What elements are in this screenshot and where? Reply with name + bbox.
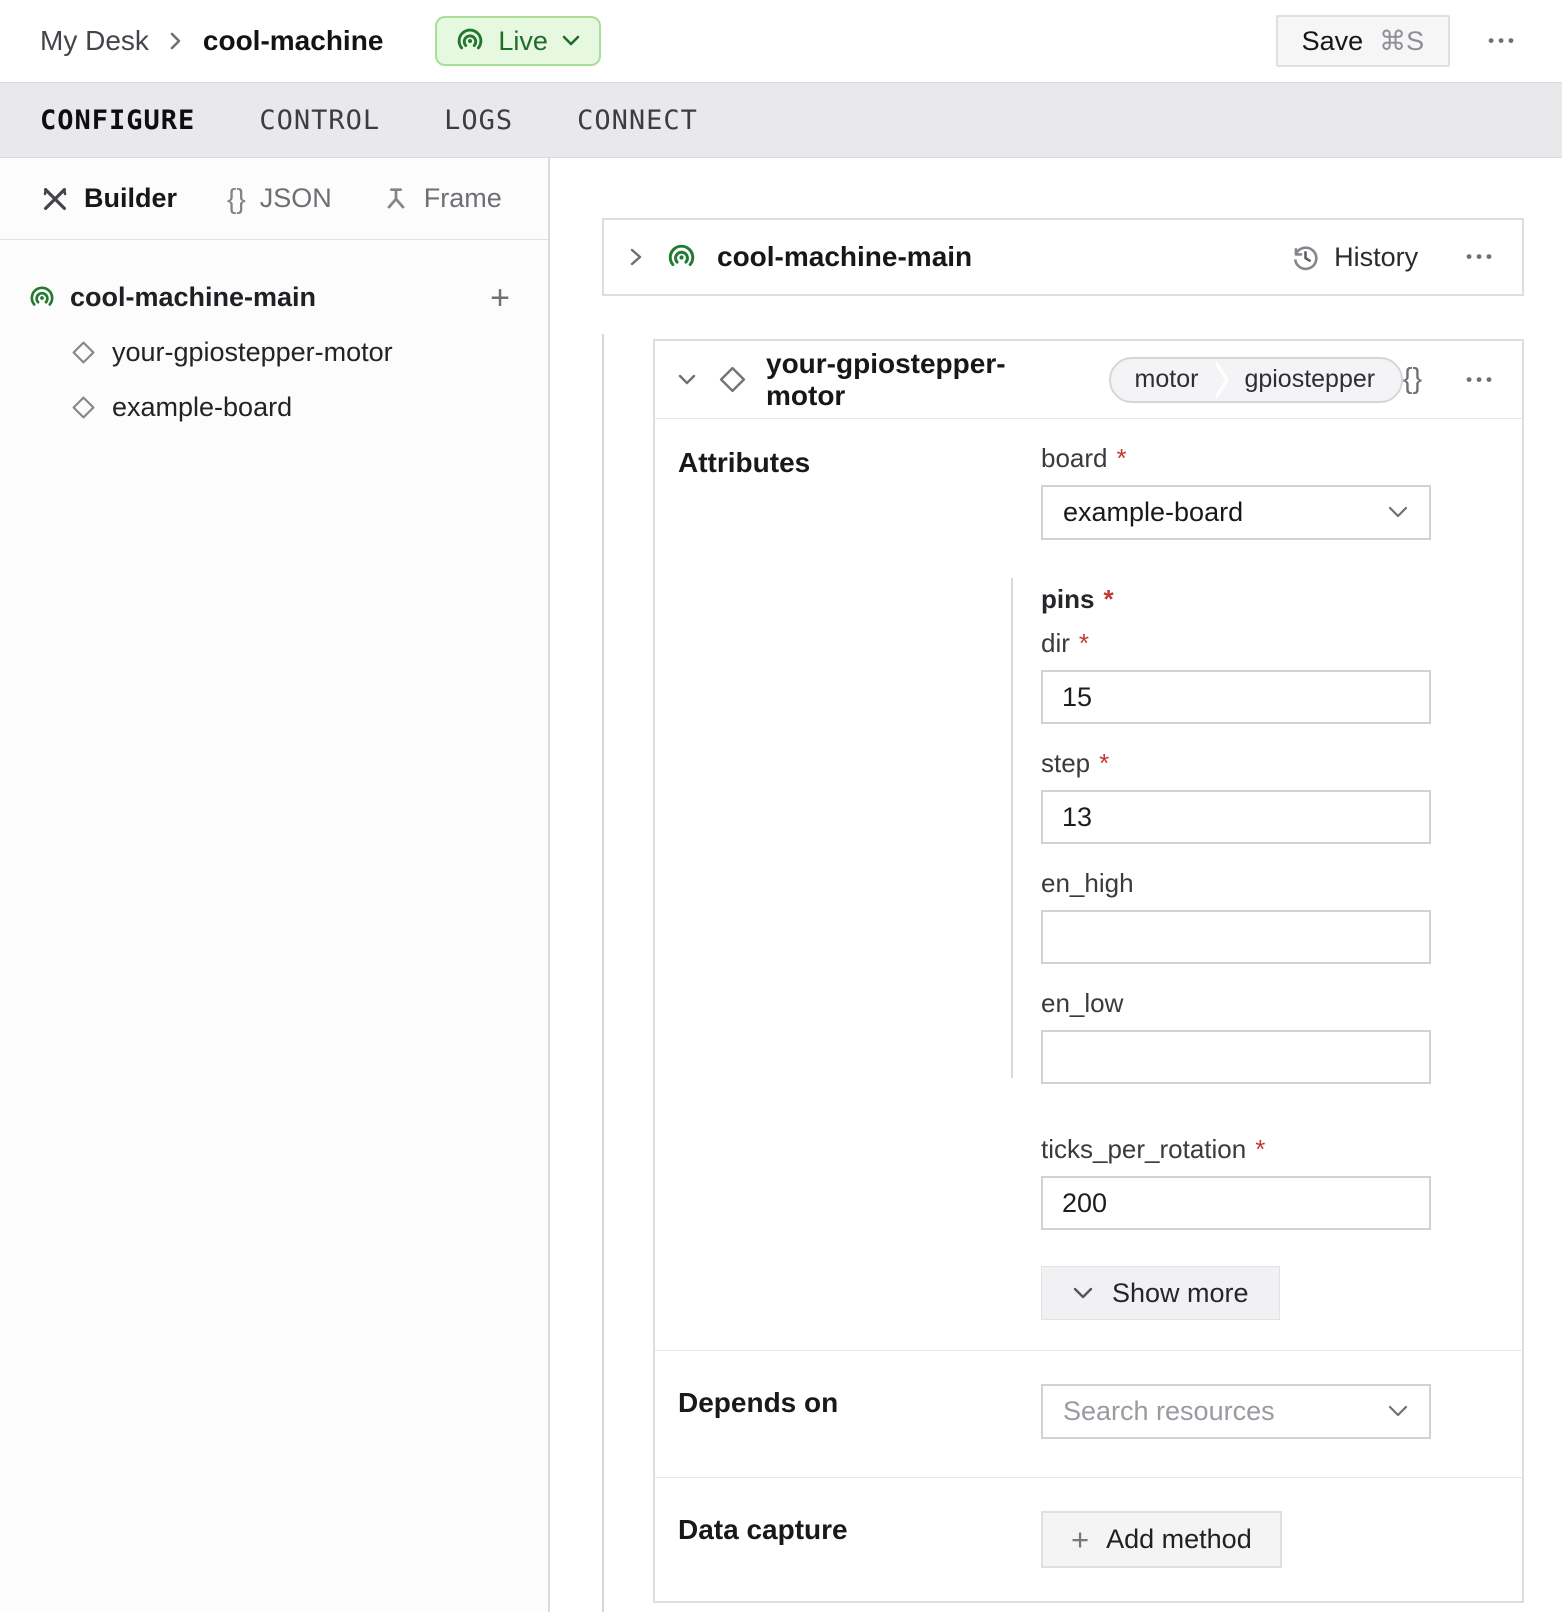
component-model-label: gpiostepper: [1230, 359, 1401, 401]
step-field-label: step*: [1041, 748, 1431, 778]
top-bar: My Desk cool-machine Live Save ⌘S •••: [0, 0, 1562, 82]
mode-tab-json-label: JSON: [260, 183, 332, 214]
plus-icon: +: [1071, 1522, 1089, 1558]
tab-control[interactable]: CONTROL: [259, 105, 380, 136]
braces-icon: {}: [227, 183, 246, 215]
mode-tab-frame-label: Frame: [424, 183, 502, 214]
breadcrumb-current: cool-machine: [203, 25, 383, 57]
mode-tab-json[interactable]: {} JSON: [227, 183, 332, 215]
viam-live-icon: [455, 26, 485, 56]
tree-connector-line: [602, 334, 604, 1612]
machine-part-menu-icon[interactable]: •••: [1466, 247, 1496, 267]
required-marker: *: [1255, 1134, 1265, 1164]
mode-tab-builder-label: Builder: [84, 183, 177, 214]
breadcrumb: My Desk cool-machine: [40, 25, 383, 57]
save-button-label: Save: [1302, 26, 1364, 57]
chevron-down-icon: [1387, 1404, 1409, 1419]
component-diamond-icon: [70, 394, 97, 421]
history-button-label: History: [1334, 242, 1418, 273]
tree-item-machine-part-label: cool-machine-main: [70, 282, 476, 313]
ticks-per-rotation-field-label: ticks_per_rotation*: [1041, 1134, 1431, 1164]
step-input[interactable]: [1041, 790, 1431, 844]
en-high-field-label: en_high: [1041, 868, 1431, 898]
frame-axes-icon: [382, 185, 410, 213]
attributes-heading: Attributes: [678, 447, 1041, 479]
component-diamond-icon: [70, 339, 97, 366]
required-marker: *: [1117, 443, 1127, 473]
component-menu-icon[interactable]: •••: [1466, 370, 1496, 390]
main-tab-bar: CONFIGURE CONTROL LOGS CONNECT: [0, 82, 1562, 158]
ticks-per-rotation-input[interactable]: [1041, 1176, 1431, 1230]
badge-divider-chevron: [1214, 359, 1230, 401]
breadcrumb-parent-link[interactable]: My Desk: [40, 25, 149, 57]
data-capture-heading: Data capture: [678, 1514, 1041, 1546]
add-method-label: Add method: [1106, 1524, 1252, 1555]
config-sidebar: Builder {} JSON Frame: [0, 158, 550, 1612]
tree-item-machine-part[interactable]: cool-machine-main +: [28, 270, 510, 325]
dir-field-label: dir*: [1041, 628, 1431, 658]
component-card-header: your-gpiostepper-motor motor gpiostepper…: [655, 341, 1522, 419]
live-status-label: Live: [498, 26, 548, 57]
tab-configure[interactable]: CONFIGURE: [40, 105, 195, 136]
tab-logs[interactable]: LOGS: [444, 105, 513, 136]
config-main-panel: cool-machine-main History •••: [550, 158, 1562, 1612]
tab-connect[interactable]: CONNECT: [577, 105, 698, 136]
mode-tab-builder[interactable]: Builder: [40, 183, 177, 214]
resource-tree: cool-machine-main + your-gpiostepper-mot…: [0, 240, 548, 435]
component-type-label: motor: [1111, 359, 1215, 401]
en-high-input[interactable]: [1041, 910, 1431, 964]
expand-chevron-right-icon[interactable]: [626, 243, 646, 271]
save-shortcut-hint: ⌘S: [1379, 26, 1424, 57]
board-field-label: board*: [1041, 443, 1431, 473]
component-title: your-gpiostepper-motor: [766, 348, 1085, 412]
collapse-chevron-down-icon[interactable]: [673, 370, 701, 390]
dir-input[interactable]: [1041, 670, 1431, 724]
show-more-label: Show more: [1112, 1278, 1249, 1309]
add-method-button[interactable]: + Add method: [1041, 1511, 1282, 1568]
tree-item-board-label: example-board: [112, 392, 292, 423]
depends-on-select[interactable]: Search resources: [1041, 1384, 1431, 1439]
chevron-down-icon: [1072, 1286, 1094, 1301]
depends-on-placeholder: Search resources: [1063, 1396, 1387, 1427]
history-clock-icon: [1290, 242, 1321, 273]
depends-on-section: Depends on Search resources: [655, 1350, 1522, 1477]
tree-item-motor[interactable]: your-gpiostepper-motor: [28, 325, 510, 380]
component-diamond-icon: [717, 364, 748, 395]
required-marker: *: [1079, 628, 1089, 658]
mode-tab-frame[interactable]: Frame: [382, 183, 502, 214]
viam-part-icon: [28, 284, 56, 312]
add-resource-icon[interactable]: +: [490, 281, 510, 315]
component-card-motor: your-gpiostepper-motor motor gpiostepper…: [653, 339, 1524, 1603]
board-select[interactable]: example-board: [1041, 485, 1431, 540]
data-capture-section: Data capture + Add method: [655, 1477, 1522, 1601]
machine-part-title: cool-machine-main: [717, 241, 972, 273]
chevron-down-icon: [1387, 505, 1409, 520]
chevron-down-icon: [561, 34, 581, 48]
pins-field-group: pins* dir* step*: [1041, 580, 1431, 1084]
en-low-input[interactable]: [1041, 1030, 1431, 1084]
history-button[interactable]: History: [1290, 242, 1418, 273]
required-marker: *: [1099, 748, 1109, 778]
depends-on-heading: Depends on: [678, 1387, 1041, 1419]
machine-status-dropdown[interactable]: Live: [435, 16, 601, 66]
show-more-button[interactable]: Show more: [1041, 1266, 1280, 1320]
topbar-overflow-menu-icon[interactable]: •••: [1488, 31, 1518, 51]
save-button[interactable]: Save ⌘S: [1276, 15, 1451, 67]
required-marker: *: [1103, 584, 1113, 614]
board-select-value: example-board: [1063, 497, 1387, 528]
tools-icon: [40, 184, 70, 214]
tree-item-motor-label: your-gpiostepper-motor: [112, 337, 393, 368]
config-mode-tabs: Builder {} JSON Frame: [0, 158, 548, 240]
breadcrumb-separator-icon: [167, 28, 185, 54]
tree-item-board[interactable]: example-board: [28, 380, 510, 435]
pins-group-label: pins*: [1041, 584, 1431, 614]
edit-json-icon[interactable]: {}: [1403, 363, 1422, 396]
viam-part-icon: [666, 242, 697, 273]
component-type-badge: motor gpiostepper: [1109, 357, 1403, 403]
attributes-section: Attributes board* example-board: [655, 419, 1522, 1350]
en-low-field-label: en_low: [1041, 988, 1431, 1018]
machine-part-card-header: cool-machine-main History •••: [602, 218, 1524, 296]
